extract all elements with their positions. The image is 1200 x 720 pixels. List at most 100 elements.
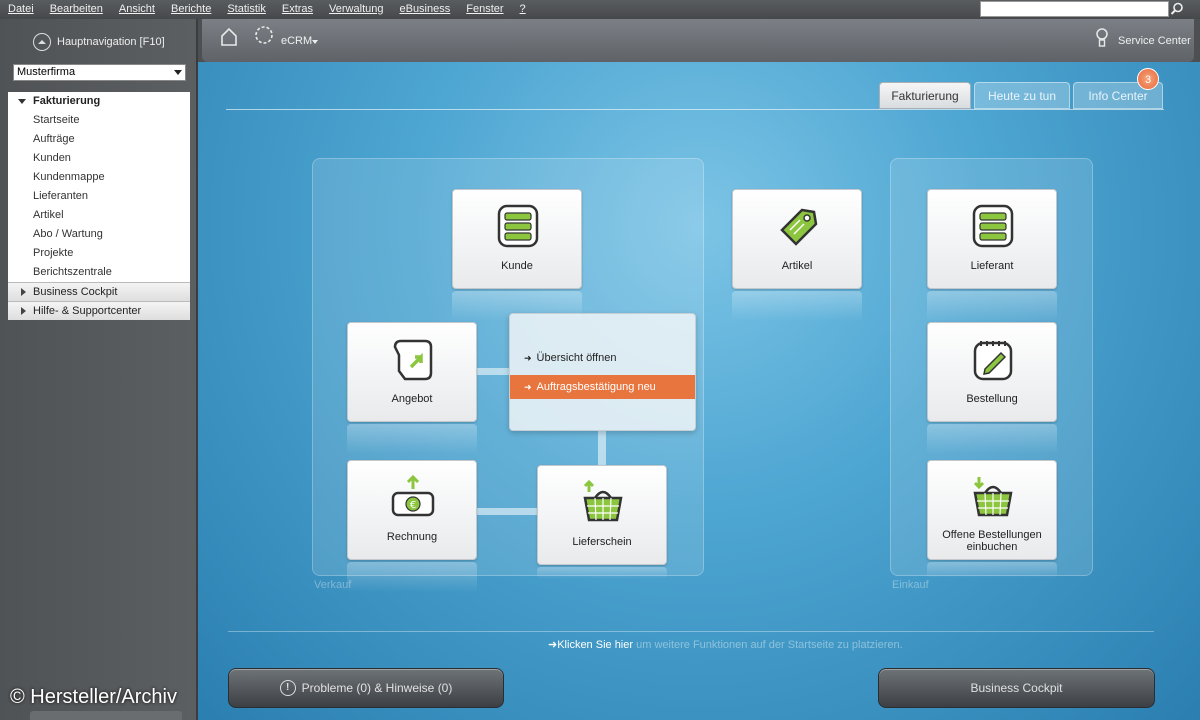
nav-item-auftraege[interactable]: Aufträge (8, 130, 190, 149)
tile-reflection (927, 424, 1057, 454)
chevron-down-icon (174, 70, 182, 75)
nav-item-kunden[interactable]: Kunden (8, 149, 190, 168)
business-cockpit-button[interactable]: Business Cockpit (878, 668, 1155, 708)
menu-bar: Datei Bearbeiten Ansicht Berichte Statis… (0, 0, 1200, 19)
menu-help[interactable]: ? (512, 0, 534, 19)
nav-group-hilfe-supportcenter[interactable]: Hilfe- & Supportcenter (8, 301, 190, 320)
popup-option-uebersicht[interactable]: ➜ Übersicht öffnen (510, 346, 695, 370)
arrow-right-icon: ➜ (548, 639, 558, 651)
watermark: © Hersteller/Archiv (10, 686, 177, 708)
tile-reflection (927, 291, 1057, 321)
search-input[interactable] (980, 1, 1169, 17)
menu-verwaltung[interactable]: Verwaltung (321, 0, 391, 19)
tile-reflection (732, 291, 862, 321)
tile-label: Lieferant (970, 260, 1014, 272)
bottom-separator (228, 631, 1154, 632)
svg-text:€: € (410, 500, 416, 511)
menu-ansicht[interactable]: Ansicht (111, 0, 163, 19)
connector-line (477, 368, 509, 375)
tile-context-popup: ➜ Übersicht öffnen ➜ Auftragsbestätigung n… (509, 313, 696, 431)
nav-group-business-cockpit[interactable]: Business Cockpit (8, 282, 190, 301)
info-center-badge: 3 (1137, 68, 1159, 90)
tab-bar: Fakturierung Heute zu tun Info Center (879, 82, 1166, 109)
menu-datei[interactable]: Datei (0, 0, 42, 19)
tile-reflection (347, 562, 477, 592)
tile-label: Lieferschein (572, 536, 632, 548)
service-center-link[interactable]: Service Center (1118, 35, 1191, 47)
einkauf-panel-label: Einkauf (892, 579, 929, 591)
arrow-right-icon: ➜ (524, 382, 532, 392)
tile-offene-bestellungen[interactable]: Offene Bestellungen einbuchen (927, 460, 1057, 560)
tab-fakturierung[interactable]: Fakturierung (879, 82, 971, 109)
nav-item-startseite[interactable]: Startseite (8, 111, 190, 130)
nav-item-kundenmappe[interactable]: Kundenmappe (8, 168, 190, 187)
hint-rest: um weitere Funktionen auf der Startseite… (633, 639, 903, 651)
menu-berichte[interactable]: Berichte (163, 0, 219, 19)
tile-angebot[interactable]: Angebot (347, 322, 477, 422)
verkauf-panel-label: Verkauf (314, 579, 352, 591)
chevron-down-icon[interactable] (312, 40, 318, 44)
menu-fenster[interactable]: Fenster (458, 0, 511, 19)
tile-label: Kunde (501, 260, 533, 272)
top-toolbar: eCRM Service Center (202, 19, 1194, 62)
expanded-triangle-icon (18, 99, 26, 104)
hauptnavigation-button[interactable]: Hauptnavigation [F10] (33, 33, 165, 51)
collapsed-triangle-icon (21, 288, 26, 296)
tile-reflection (927, 562, 1057, 578)
nav-item-abo-wartung[interactable]: Abo / Wartung (8, 225, 190, 244)
menu-extras[interactable]: Extras (274, 0, 321, 19)
offer-document-icon (393, 339, 433, 381)
sidebar-bottom-button[interactable] (30, 711, 182, 720)
ecrm-spinner-icon[interactable] (254, 25, 274, 45)
price-tag-icon (780, 208, 818, 246)
tile-label: Angebot (391, 393, 433, 405)
tile-lieferschein[interactable]: Lieferschein (537, 465, 667, 565)
nav-item-berichtszentrale[interactable]: Berichtszentrale (8, 263, 190, 282)
tile-reflection (347, 424, 477, 454)
tile-reflection (537, 567, 667, 579)
invoice-euro-icon: € (391, 475, 435, 517)
customer-file-icon (497, 204, 539, 248)
tile-bestellung[interactable]: Bestellung (927, 322, 1057, 422)
tab-divider (226, 109, 1164, 110)
company-select-value: Musterfirma (17, 66, 76, 78)
nav-item-lieferanten[interactable]: Lieferanten (8, 187, 190, 206)
nav-item-artikel[interactable]: Artikel (8, 206, 190, 225)
tile-artikel[interactable]: Artikel (732, 189, 862, 289)
company-select[interactable]: Musterfirma (13, 64, 186, 81)
tab-heute-zu-tun[interactable]: Heute zu tun (974, 82, 1070, 109)
nav-group-fakturierung[interactable]: Fakturierung (8, 92, 190, 111)
chevron-up-icon (33, 33, 51, 51)
connector-line (598, 431, 606, 465)
tile-label: Rechnung (386, 531, 438, 543)
home-icon[interactable] (220, 27, 238, 47)
hauptnavigation-label: Hauptnavigation [F10] (57, 36, 165, 48)
basket-upload-icon (583, 480, 623, 522)
tile-lieferant[interactable]: Lieferant (927, 189, 1057, 289)
warning-icon: ! (279, 680, 296, 696)
tile-label: Offene Bestellungen einbuchen (942, 529, 1042, 553)
search-icon[interactable] (1170, 2, 1184, 16)
probleme-hinweise-button[interactable]: ! Probleme (0) & Hinweise (0) (228, 668, 504, 708)
tile-rechnung[interactable]: € Rechnung (347, 460, 477, 560)
ecrm-menu[interactable]: eCRM (281, 35, 312, 47)
hint-link[interactable]: Klicken Sie hier (557, 639, 633, 651)
tile-label: Bestellung (966, 393, 1018, 405)
popup-option-auftragsbestaetigung[interactable]: ➜ Auftragsbestätigung neu (510, 375, 695, 399)
arrow-right-icon: ➜ (524, 353, 532, 363)
nav-item-projekte[interactable]: Projekte (8, 244, 190, 263)
sidebar: Hauptnavigation [F10] Musterfirma Faktur… (0, 19, 198, 720)
tile-kunde[interactable]: Kunde (452, 189, 582, 289)
lightbulb-icon[interactable] (1095, 27, 1109, 49)
connector-line (477, 508, 537, 515)
menu-statistik[interactable]: Statistik (219, 0, 274, 19)
menu-ebusiness[interactable]: eBusiness (391, 0, 458, 19)
basket-download-icon (973, 477, 1013, 517)
supplier-file-icon (972, 204, 1014, 248)
order-notepad-icon (973, 341, 1013, 381)
menu-bearbeiten[interactable]: Bearbeiten (42, 0, 111, 19)
tile-label: Artikel (781, 260, 813, 272)
hint-text: ➜Klicken Sie hier um weitere Funktionen … (548, 638, 903, 651)
collapsed-triangle-icon (21, 307, 26, 315)
navigation-tree: Fakturierung Startseite Aufträge Kunden … (8, 92, 190, 320)
